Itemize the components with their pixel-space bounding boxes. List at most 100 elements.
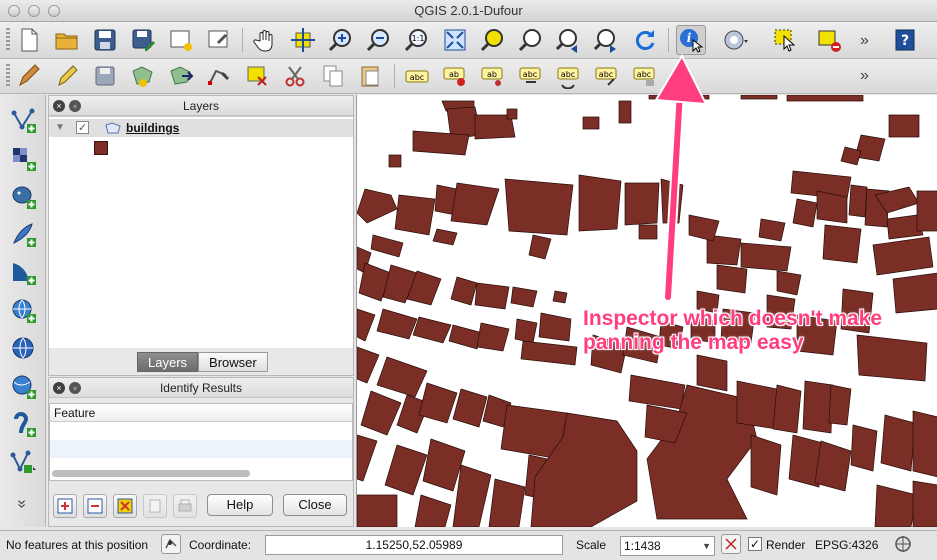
cut-features-icon[interactable] bbox=[280, 61, 310, 91]
float-panel-icon[interactable]: ▫ bbox=[69, 100, 81, 112]
zoom-last-icon[interactable] bbox=[554, 25, 584, 55]
node-tool-icon[interactable] bbox=[204, 61, 234, 91]
save-layer-edits-icon[interactable] bbox=[90, 61, 120, 91]
svg-text:abc: abc bbox=[410, 73, 424, 82]
help-button[interactable]: Help bbox=[207, 494, 273, 516]
svg-text:ab: ab bbox=[449, 70, 459, 79]
add-mssql-layer-icon[interactable] bbox=[8, 257, 40, 289]
copy-features-icon[interactable] bbox=[318, 61, 348, 91]
add-raster-layer-icon[interactable] bbox=[8, 143, 40, 175]
zoom-out-icon[interactable] bbox=[364, 25, 394, 55]
minimize-window-button[interactable] bbox=[28, 5, 40, 17]
change-label-icon[interactable]: abc bbox=[592, 61, 622, 91]
move-feature-icon[interactable] bbox=[166, 61, 196, 91]
svg-text:abc: abc bbox=[523, 70, 537, 79]
render-checkbox[interactable]: ✓ bbox=[748, 537, 762, 551]
layer-symbol-swatch bbox=[94, 141, 108, 155]
print-results-icon[interactable] bbox=[173, 494, 197, 518]
pan-icon[interactable] bbox=[250, 25, 280, 55]
add-feature-icon[interactable] bbox=[128, 61, 158, 91]
show-hide-labels-icon[interactable]: ab bbox=[478, 61, 508, 91]
close-panel-icon[interactable]: × bbox=[53, 100, 65, 112]
status-message: No features at this position bbox=[6, 538, 149, 552]
new-shapefile-icon[interactable] bbox=[8, 447, 40, 479]
collapse-all-icon[interactable] bbox=[83, 494, 107, 518]
manage-layers-toolbar: » bbox=[0, 95, 46, 527]
coordinate-toggle-icon[interactable] bbox=[161, 534, 181, 554]
current-edits-icon[interactable] bbox=[14, 61, 44, 91]
identify-results-table[interactable]: Feature bbox=[49, 403, 353, 481]
paste-features-icon[interactable] bbox=[356, 61, 386, 91]
add-wfs-layer-icon[interactable] bbox=[8, 371, 40, 403]
status-bar: No features at this position Coordinate:… bbox=[0, 530, 937, 560]
close-window-button[interactable] bbox=[8, 5, 20, 17]
composer-manager-icon[interactable] bbox=[204, 25, 234, 55]
float-panel-icon[interactable]: ▫ bbox=[69, 382, 81, 394]
panel-tabs: Layers Browser bbox=[137, 352, 268, 372]
close-panel-icon[interactable]: × bbox=[53, 382, 65, 394]
add-vector-layer-icon[interactable] bbox=[8, 105, 40, 137]
new-print-composer-icon[interactable] bbox=[166, 25, 196, 55]
layer-visibility-checkbox[interactable]: ✓ bbox=[76, 121, 89, 134]
coordinate-label: Coordinate: bbox=[189, 538, 252, 552]
toolbar2-overflow[interactable]: » bbox=[860, 67, 869, 85]
horizontal-scrollbar[interactable] bbox=[52, 470, 250, 477]
scale-label: Scale bbox=[576, 538, 607, 552]
tab-layers[interactable]: Layers bbox=[137, 352, 199, 372]
layer-name[interactable]: buildings bbox=[126, 121, 179, 135]
open-project-icon[interactable] bbox=[52, 25, 82, 55]
add-wms-layer-icon[interactable] bbox=[8, 295, 40, 327]
add-delimited-text-icon[interactable] bbox=[8, 409, 40, 441]
tab-browser[interactable]: Browser bbox=[198, 352, 268, 372]
toolbar-grip[interactable] bbox=[6, 28, 10, 52]
delete-selected-icon[interactable] bbox=[242, 61, 272, 91]
crs-status-icon[interactable] bbox=[893, 534, 913, 554]
toolbar-grip[interactable] bbox=[6, 64, 10, 88]
digitizing-toolbar: abc ab ab abc abc abc abc » bbox=[0, 59, 937, 94]
scale-combobox[interactable]: 1:1438 ▼ bbox=[620, 536, 715, 556]
close-button[interactable]: Close bbox=[283, 494, 347, 516]
refresh-icon[interactable] bbox=[630, 25, 660, 55]
svg-text:abc: abc bbox=[599, 70, 613, 79]
add-spatialite-layer-icon[interactable] bbox=[8, 219, 40, 251]
label-tool-icon[interactable]: abc bbox=[402, 61, 432, 91]
help-icon[interactable]: ? bbox=[890, 25, 920, 55]
zoom-window-button[interactable] bbox=[48, 5, 60, 17]
stop-render-icon[interactable] bbox=[721, 534, 741, 554]
move-label-icon[interactable]: abc bbox=[516, 61, 546, 91]
layers-panel: × ▫ Layers ▼ ✓ buildings Layers Browser bbox=[48, 95, 354, 376]
expand-arrow-icon[interactable]: ▼ bbox=[55, 122, 65, 133]
feature-column-header[interactable]: Feature bbox=[50, 404, 352, 422]
clear-results-icon[interactable] bbox=[113, 494, 137, 518]
pan-to-selection-icon[interactable] bbox=[288, 25, 318, 55]
identify-features-icon[interactable]: i bbox=[676, 25, 706, 55]
toolbar1-overflow[interactable]: » bbox=[860, 32, 869, 50]
pin-labels-icon[interactable]: ab bbox=[440, 61, 470, 91]
zoom-to-selection-icon[interactable] bbox=[478, 25, 508, 55]
chevron-down-icon[interactable]: ▼ bbox=[702, 537, 711, 555]
action-icon[interactable] bbox=[720, 25, 750, 55]
zoom-to-layer-icon[interactable] bbox=[516, 25, 546, 55]
save-project-icon[interactable] bbox=[90, 25, 120, 55]
coordinate-field[interactable]: 1.15250,52.05989 bbox=[265, 535, 563, 555]
zoom-full-icon[interactable] bbox=[440, 25, 470, 55]
toggle-editing-icon[interactable] bbox=[52, 61, 82, 91]
save-as-icon[interactable] bbox=[128, 25, 158, 55]
zoom-in-icon[interactable] bbox=[326, 25, 356, 55]
rotate-label-icon[interactable]: abc bbox=[554, 61, 584, 91]
left-toolbar-overflow[interactable]: » bbox=[12, 500, 30, 509]
crs-label[interactable]: EPSG:4326 bbox=[815, 538, 878, 552]
add-wcs-layer-icon[interactable] bbox=[8, 333, 40, 365]
select-features-icon[interactable] bbox=[770, 25, 800, 55]
window-title: QGIS 2.0.1-Dufour bbox=[414, 3, 523, 18]
layer-row-buildings[interactable]: ▼ ✓ buildings bbox=[49, 119, 353, 137]
add-postgis-layer-icon[interactable] bbox=[8, 181, 40, 213]
zoom-next-icon[interactable] bbox=[592, 25, 622, 55]
deselect-all-icon[interactable] bbox=[814, 25, 844, 55]
zoom-actual-size-icon[interactable]: 1:1 bbox=[402, 25, 432, 55]
new-project-icon[interactable] bbox=[14, 25, 44, 55]
scale-value: 1:1438 bbox=[624, 539, 661, 553]
expand-all-icon[interactable] bbox=[53, 494, 77, 518]
copy-results-icon[interactable] bbox=[143, 494, 167, 518]
svg-text:1:1: 1:1 bbox=[412, 34, 425, 43]
